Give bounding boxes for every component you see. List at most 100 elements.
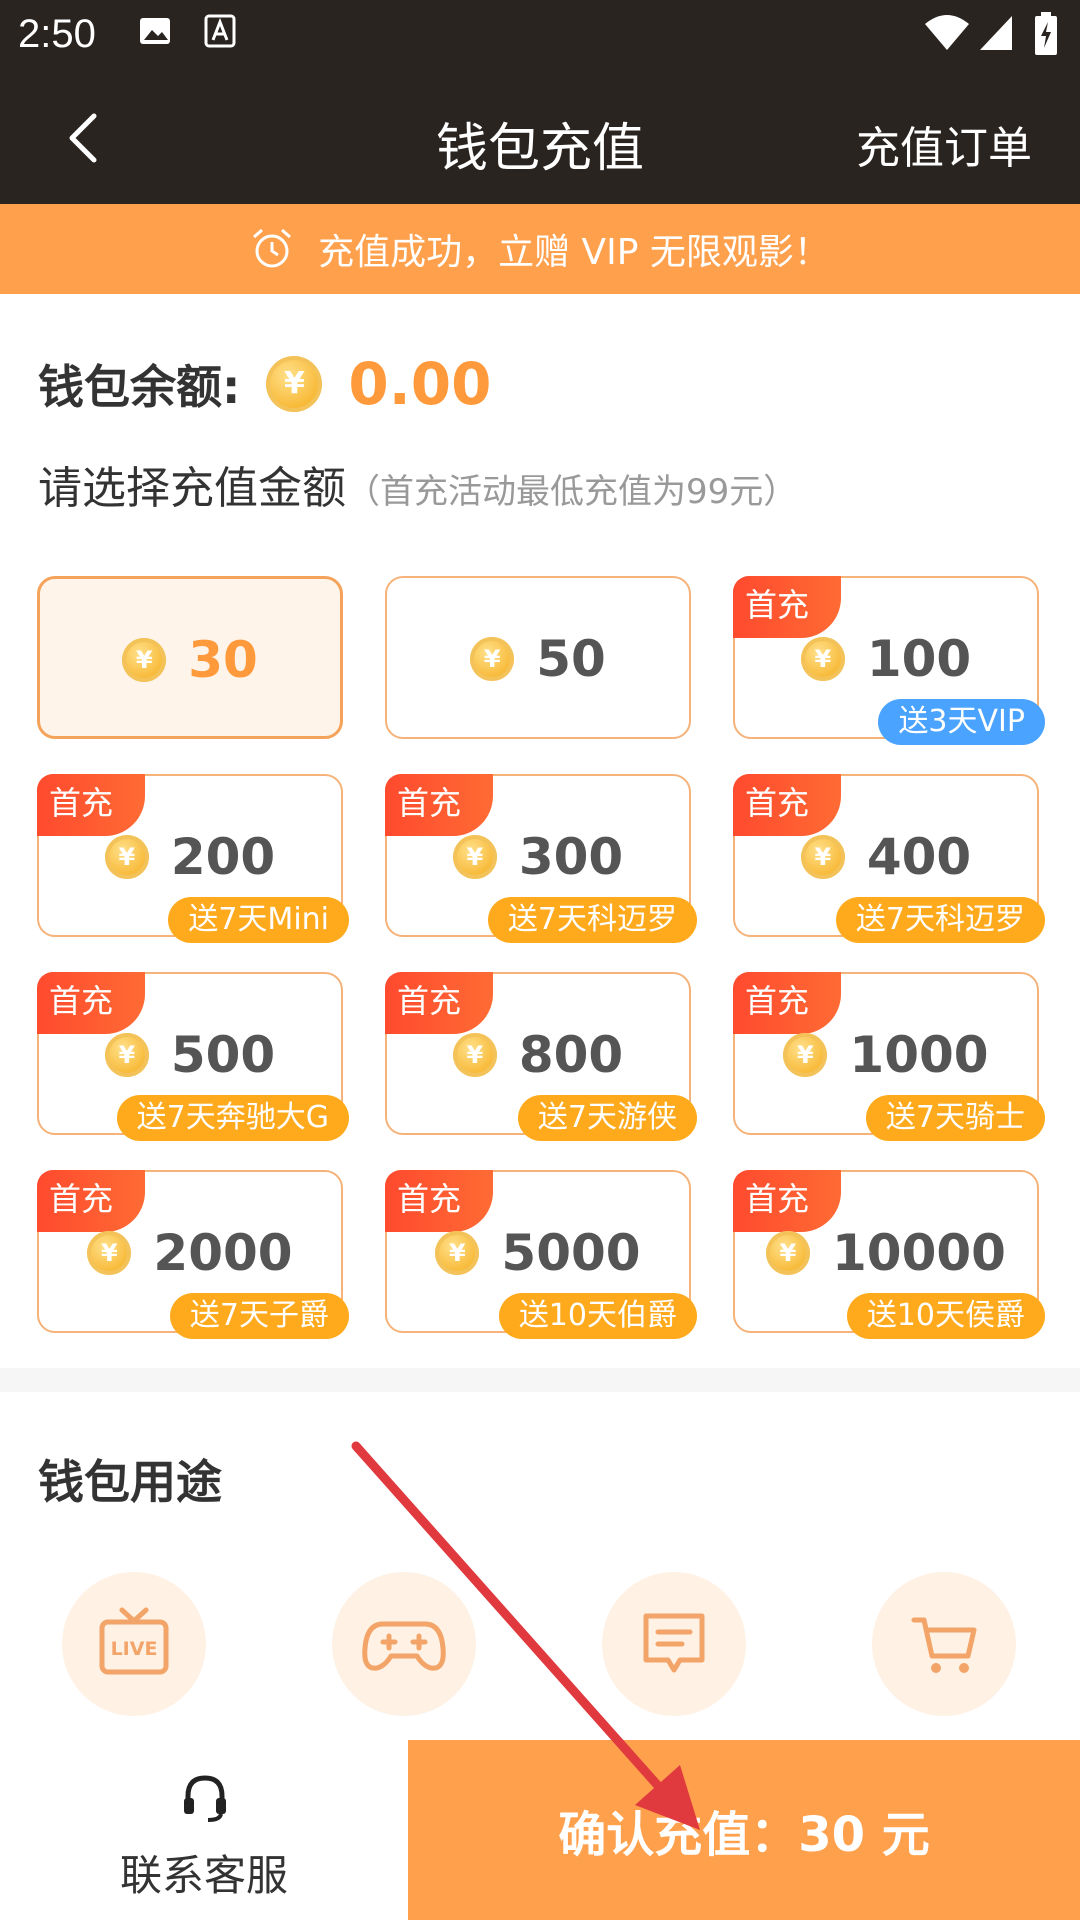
coin-icon: ¥ — [87, 1231, 132, 1275]
recharge-option-30[interactable]: ¥30 — [37, 576, 343, 739]
bonus-badge: 送7天奔驰大G — [116, 1095, 349, 1141]
live-tv-icon: LIVE — [99, 1607, 169, 1675]
recharge-option-1000[interactable]: 首充 ¥1000 送7天骑士 — [733, 972, 1045, 1141]
first-recharge-tag: 首充 — [733, 1170, 841, 1232]
recharge-amount: 1000 — [849, 1026, 989, 1084]
recharge-orders-link[interactable]: 充值订单 — [856, 112, 1032, 176]
recharge-amount: 10000 — [832, 1224, 1006, 1282]
amount-row: ¥300 — [387, 828, 689, 886]
bonus-badge: 送7天子爵 — [169, 1293, 349, 1339]
confirm-recharge-button[interactable]: 确认充值：30 元 — [408, 1740, 1080, 1920]
first-recharge-tag: 首充 — [37, 972, 145, 1034]
signal-icon — [980, 16, 1012, 50]
first-recharge-tag: 首充 — [733, 576, 841, 638]
bonus-badge: 送10天伯爵 — [498, 1293, 697, 1339]
recharge-option-50[interactable]: ¥50 — [385, 576, 691, 739]
recharge-amount: 200 — [170, 828, 276, 886]
recharge-amount: 100 — [866, 630, 972, 688]
coin-icon: ¥ — [766, 1231, 811, 1275]
bonus-badge: 送3天VIP — [878, 699, 1045, 745]
amount-row: ¥200 — [39, 828, 341, 886]
wallet-usage-title: 钱包用途 — [38, 1455, 222, 1509]
recharge-option-2000[interactable]: 首充 ¥2000 送7天子爵 — [37, 1170, 349, 1339]
select-amount-hint: （首充活动最低充值为99元） — [346, 472, 798, 512]
status-bar: 2:50 — [0, 0, 1080, 72]
bonus-badge: 送10天侯爵 — [846, 1293, 1045, 1339]
wifi-icon — [925, 15, 969, 50]
bonus-badge: 送7天Mini — [168, 897, 349, 943]
recharge-option-300[interactable]: 首充 ¥300 送7天科迈罗 — [385, 774, 697, 943]
coin-icon: ¥ — [452, 835, 497, 879]
first-recharge-tag: 首充 — [37, 1170, 145, 1232]
bonus-badge: 送7天科迈罗 — [835, 897, 1045, 943]
first-recharge-tag: 首充 — [385, 1170, 493, 1232]
headset-icon — [184, 1775, 226, 1822]
first-recharge-tag: 首充 — [385, 774, 493, 836]
first-recharge-tag: 首充 — [733, 972, 841, 1034]
coin-icon: ¥ — [800, 835, 845, 879]
contact-service-button[interactable]: 联系客服 — [0, 1740, 408, 1920]
usage-item-live[interactable]: LIVE — [62, 1572, 206, 1716]
coin-icon: ¥ — [452, 1033, 497, 1077]
wallet-balance: 钱包余额: ¥ 0.00 — [38, 350, 492, 418]
amount-row: ¥500 — [39, 1026, 341, 1084]
amount-row: ¥800 — [387, 1026, 689, 1084]
coin-icon: ¥ — [104, 835, 149, 879]
bonus-badge: 送7天游侠 — [517, 1095, 697, 1141]
balance-label: 钱包余额: — [38, 360, 241, 414]
amount-row: ¥30 — [40, 631, 340, 689]
recharge-amount: 300 — [518, 828, 624, 886]
recharge-amount: 30 — [188, 631, 258, 689]
recharge-amount: 5000 — [501, 1224, 641, 1282]
promo-text: 充值成功，立赠 VIP 无限观影！ — [318, 232, 830, 273]
usage-item-shop[interactable] — [872, 1572, 1016, 1716]
first-recharge-tag: 首充 — [385, 972, 493, 1034]
promo-banner: 充值成功，立赠 VIP 无限观影！ — [0, 204, 1080, 294]
select-amount-label: 请选择充值金额 — [38, 463, 346, 514]
amount-row: ¥100 — [735, 630, 1037, 688]
nav-bar: 钱包充值 充值订单 — [0, 72, 1080, 204]
coin-icon: ¥ — [122, 638, 167, 682]
status-time: 2:50 — [18, 12, 96, 56]
contact-service-label: 联系客服 — [119, 1851, 288, 1900]
coin-icon: ¥ — [435, 1231, 480, 1275]
coin-icon: ¥ — [783, 1033, 828, 1077]
recharge-amount: 800 — [518, 1026, 624, 1084]
coin-icon: ¥ — [266, 356, 323, 412]
first-recharge-tag: 首充 — [37, 774, 145, 836]
bottom-bar: 联系客服 确认充值：30 元 — [0, 1740, 1080, 1920]
amount-row: ¥10000 — [735, 1224, 1037, 1282]
recharge-option-10000[interactable]: 首充 ¥10000 送10天侯爵 — [733, 1170, 1045, 1339]
recharge-amount: 50 — [536, 630, 606, 688]
coin-icon: ¥ — [470, 637, 515, 681]
coin-icon: ¥ — [800, 637, 845, 681]
recharge-amount: 2000 — [153, 1224, 293, 1282]
cart-icon — [911, 1617, 977, 1673]
first-recharge-tag: 首充 — [733, 774, 841, 836]
recharge-option-800[interactable]: 首充 ¥800 送7天游侠 — [385, 972, 697, 1141]
bonus-badge: 送7天骑士 — [865, 1095, 1045, 1141]
amount-row: ¥2000 — [39, 1224, 341, 1282]
image-notification-icon — [140, 18, 170, 44]
gamepad-icon — [362, 1621, 446, 1671]
font-notification-icon — [204, 14, 236, 48]
recharge-option-500[interactable]: 首充 ¥500 送7天奔驰大G — [37, 972, 349, 1141]
alarm-clock-icon — [253, 228, 292, 268]
battery-icon — [1035, 12, 1057, 55]
select-amount-title: 请选择充值金额（首充活动最低充值为99元） — [38, 452, 797, 516]
bonus-badge: 送7天科迈罗 — [487, 897, 697, 943]
usage-item-game[interactable] — [332, 1572, 476, 1716]
recharge-option-200[interactable]: 首充 ¥200 送7天Mini — [37, 774, 349, 943]
balance-value: 0.00 — [348, 350, 492, 418]
recharge-option-400[interactable]: 首充 ¥400 送7天科迈罗 — [733, 774, 1045, 943]
message-icon — [643, 1613, 705, 1673]
recharge-amount: 500 — [170, 1026, 276, 1084]
amount-row: ¥5000 — [387, 1224, 689, 1282]
amount-row: ¥1000 — [735, 1026, 1037, 1084]
section-divider — [0, 1368, 1080, 1392]
recharge-option-5000[interactable]: 首充 ¥5000 送10天伯爵 — [385, 1170, 697, 1339]
svg-text:LIVE: LIVE — [111, 1638, 158, 1660]
recharge-option-100[interactable]: 首充 ¥100 送3天VIP — [733, 576, 1045, 745]
usage-item-message[interactable] — [602, 1572, 746, 1716]
amount-row: ¥400 — [735, 828, 1037, 886]
